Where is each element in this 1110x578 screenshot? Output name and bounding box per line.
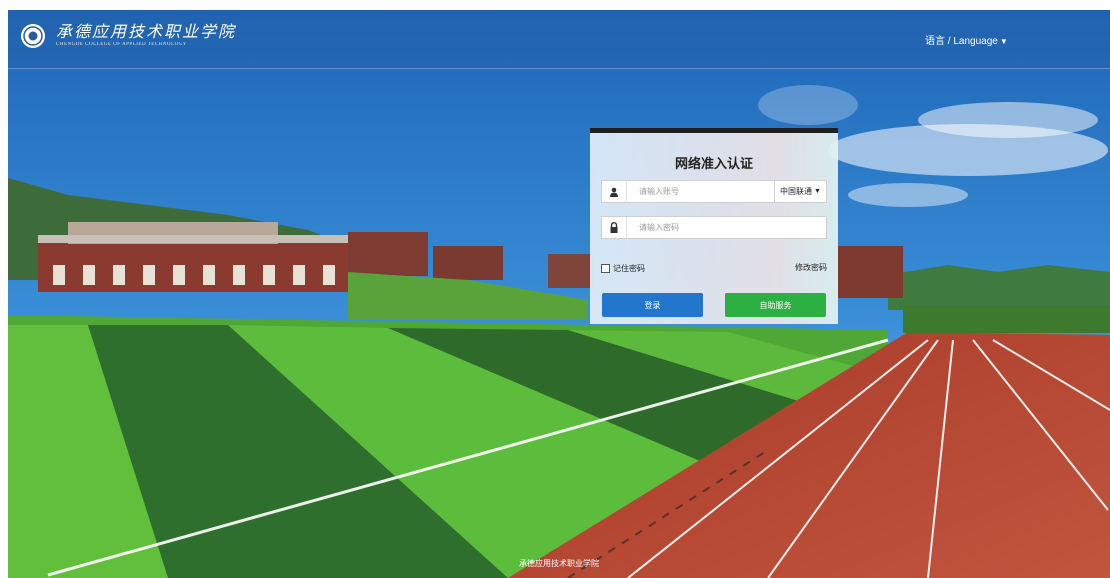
college-name-en: CHENGDE COLLEGE OF APPLIED TECHNOLOGY	[56, 42, 187, 47]
remember-label: 记住密码	[613, 264, 645, 273]
carrier-select[interactable]: 中国联通 ▼	[774, 181, 826, 202]
password-input[interactable]	[627, 216, 826, 239]
chevron-down-icon: ▼	[814, 188, 821, 195]
user-icon	[602, 181, 627, 202]
footer-text: 承德应用技术职业学院	[519, 559, 599, 568]
remember-password[interactable]: 记住密码	[601, 263, 645, 274]
language-selector[interactable]: 语言 / Language ▼	[925, 32, 1008, 47]
page-frame: 承德应用技术职业学院 CHENGDE COLLEGE OF APPLIED TE…	[8, 10, 1110, 578]
chevron-down-icon: ▼	[999, 37, 1008, 46]
remember-checkbox[interactable]	[601, 264, 610, 273]
account-field: 中国联通▼	[601, 180, 827, 203]
college-logo: 承德应用技术职业学院 CHENGDE COLLEGE OF APPLIED TE…	[20, 23, 236, 49]
login-button[interactable]: 登录	[602, 293, 703, 317]
campus-background	[8, 10, 1110, 578]
carrier-selected-value: 中国联通	[780, 187, 813, 196]
college-name-cn: 承德应用技术职业学院	[56, 22, 237, 41]
login-card: 网络准入认证 中国联通▼ 记住密码 修改密码 登录 自助服务	[590, 128, 838, 324]
language-label: 语言 / Language	[925, 36, 998, 47]
account-input[interactable]	[627, 180, 774, 203]
login-title: 网络准入认证	[674, 156, 753, 171]
lock-icon	[602, 217, 627, 238]
top-bar: 承德应用技术职业学院 CHENGDE COLLEGE OF APPLIED TE…	[8, 10, 1110, 69]
self-service-button[interactable]: 自助服务	[725, 293, 826, 317]
emblem-icon	[21, 24, 45, 48]
password-field	[601, 216, 827, 239]
change-password-link[interactable]: 修改密码	[795, 262, 827, 273]
